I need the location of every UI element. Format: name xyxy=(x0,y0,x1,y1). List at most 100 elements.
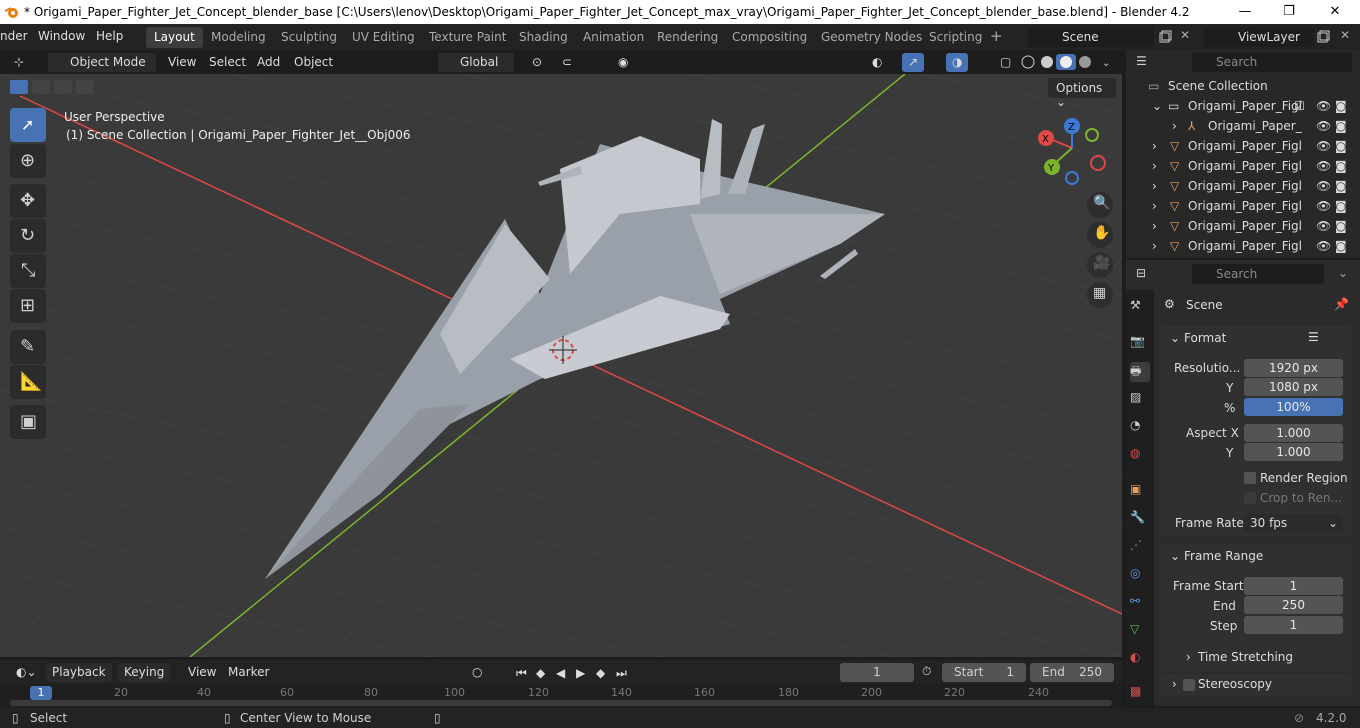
checkbox-icon[interactable]: ☑ xyxy=(1294,99,1305,113)
eye-icon[interactable]: 👁 ◙ xyxy=(1316,136,1360,156)
expand-icon[interactable]: › xyxy=(1172,119,1177,133)
render-tab[interactable]: 📷 xyxy=(1130,334,1150,354)
mode-selector[interactable]: Object Mode xyxy=(48,53,156,72)
pin-icon[interactable]: 📌 xyxy=(1334,297,1349,311)
playback-menu[interactable]: Playback xyxy=(46,663,112,682)
select-menu[interactable]: Select xyxy=(203,53,252,72)
delete-scene-icon[interactable]: ✕ xyxy=(1180,28,1190,42)
expand-icon[interactable]: › xyxy=(1152,219,1157,233)
tab-geometry-nodes[interactable]: Geometry Nodes xyxy=(813,27,930,48)
format-panel-title[interactable]: Format xyxy=(1184,331,1226,345)
crop-checkbox[interactable] xyxy=(1244,492,1256,504)
zoom-button[interactable]: 🔍 xyxy=(1087,192,1113,218)
scene-selector[interactable]: Scene xyxy=(1028,27,1154,47)
pan-button[interactable]: ✋ xyxy=(1087,222,1113,248)
properties-options-icon[interactable]: ⌄ xyxy=(1338,266,1348,280)
texture-tab[interactable]: ▩ xyxy=(1130,684,1150,704)
time-stretching-label[interactable]: Time Stretching xyxy=(1198,650,1293,664)
overlay-toggle-icon[interactable]: ◑ xyxy=(946,53,969,72)
eye-icon[interactable]: 👁 ◙ xyxy=(1316,156,1360,176)
stereoscopy-label[interactable]: Stereoscopy xyxy=(1198,677,1272,691)
expand-icon[interactable]: › xyxy=(1152,159,1157,173)
delete-viewlayer-icon[interactable]: ✕ xyxy=(1340,28,1350,42)
aspect-y-field[interactable]: 1.000 xyxy=(1244,443,1343,461)
3d-viewport[interactable]: User Perspective (1) Scene Collection | … xyxy=(0,74,1122,657)
tab-scripting[interactable]: Scripting xyxy=(921,27,990,48)
modifier-tab[interactable]: 🔧 xyxy=(1130,510,1150,530)
outliner-search-input[interactable]: Search xyxy=(1192,52,1352,72)
keying-menu[interactable]: Keying xyxy=(118,663,171,682)
play-reverse-icon[interactable]: ◀ xyxy=(556,666,565,680)
navigation-gizmo[interactable]: Z X Y xyxy=(1036,116,1112,188)
jump-start-icon[interactable]: ⏮ xyxy=(516,666,527,681)
record-icon[interactable]: ○ xyxy=(466,663,488,682)
play-icon[interactable]: ▶ xyxy=(576,666,585,680)
current-frame-field[interactable]: 1 xyxy=(840,663,914,682)
visibility-icon[interactable]: ◐ xyxy=(866,53,888,72)
expand-icon[interactable]: › xyxy=(1172,677,1177,691)
timeline-ruler[interactable]: 1 20 40 60 80 100 120 140 160 180 200 22… xyxy=(0,684,1122,708)
orientation-selector[interactable]: Global xyxy=(438,53,514,72)
eye-icon[interactable]: 👁 ◙ xyxy=(1316,116,1360,136)
expand-icon[interactable]: › xyxy=(1152,239,1157,253)
presets-icon[interactable]: ☰ xyxy=(1308,330,1319,344)
end-frame-field[interactable]: End 250 xyxy=(1030,663,1114,682)
view-layer-tab[interactable]: ▨ xyxy=(1130,390,1150,410)
properties-editor-icon[interactable]: ⊟ xyxy=(1136,266,1146,280)
eye-icon[interactable]: 👁 ◙ xyxy=(1316,176,1360,196)
timeline-editor-icon[interactable]: ◐⌄ xyxy=(10,663,43,682)
resolution-x-field[interactable]: 1920 px xyxy=(1244,359,1343,377)
resolution-y-field[interactable]: 1080 px xyxy=(1244,378,1343,396)
tab-animation[interactable]: Animation xyxy=(575,27,652,48)
expand-icon[interactable]: ⌄ xyxy=(1152,99,1162,113)
add-cube-tool[interactable]: ▣ xyxy=(10,405,46,439)
properties-search-input[interactable]: Search xyxy=(1192,264,1324,284)
material-tab[interactable]: ◐ xyxy=(1130,650,1150,670)
select-mode-buttons[interactable] xyxy=(8,78,104,96)
render-region-checkbox[interactable] xyxy=(1244,472,1256,484)
next-keyframe-icon[interactable]: ◆ xyxy=(596,666,605,680)
tab-compositing[interactable]: Compositing xyxy=(724,27,815,48)
gizmo-toggle-icon[interactable]: ↗ xyxy=(902,53,925,72)
tab-texture-paint[interactable]: Texture Paint xyxy=(421,27,514,48)
expand-icon[interactable]: › xyxy=(1186,650,1191,664)
transform-tool[interactable]: ⊞ xyxy=(10,289,46,323)
physics-tab[interactable]: ◎ xyxy=(1130,566,1150,586)
expand-icon[interactable]: › xyxy=(1152,179,1157,193)
tool-tab[interactable]: ⚒ xyxy=(1130,298,1150,318)
shading-modes[interactable]: ⌄ xyxy=(1018,54,1118,70)
eye-icon[interactable]: 👁 ◙ xyxy=(1316,96,1360,116)
measure-tool[interactable]: 📐 xyxy=(10,365,46,399)
xray-icon[interactable]: ▢ xyxy=(994,53,1017,72)
output-tab[interactable]: 🖶 xyxy=(1130,362,1150,382)
annotate-tool[interactable]: ✎ xyxy=(10,330,46,364)
visibility-column[interactable]: 👁 ◙ 👁 ◙ 👁 ◙ 👁 ◙ 👁 ◙ 👁 ◙ 👁 ◙ 👁 ◙ xyxy=(1316,96,1360,256)
frame-start-field[interactable]: 1 xyxy=(1244,577,1343,595)
scene-tab[interactable]: ◔ xyxy=(1130,418,1150,438)
expand-icon[interactable]: › xyxy=(1152,199,1157,213)
constraints-tab[interactable]: ⚯ xyxy=(1130,594,1150,614)
move-tool[interactable]: ✥ xyxy=(10,184,46,218)
viewlayer-selector[interactable]: ViewLayer xyxy=(1204,27,1314,47)
data-tab[interactable]: ▽ xyxy=(1130,622,1150,642)
add-workspace-button[interactable]: + xyxy=(990,27,1003,45)
tab-shading[interactable]: Shading xyxy=(511,27,576,48)
clock-icon[interactable]: ⏱ xyxy=(922,664,931,679)
menu-window[interactable]: Window xyxy=(38,29,85,43)
outliner-editor-icon[interactable]: ☰ xyxy=(1136,54,1147,68)
start-frame-field[interactable]: Start 1 xyxy=(942,663,1026,682)
add-menu[interactable]: Add xyxy=(251,53,286,72)
tab-layout[interactable]: Layout xyxy=(146,27,203,48)
outliner-root[interactable]: ▭ Scene Collection xyxy=(1126,76,1360,96)
object-tab[interactable]: ▣ xyxy=(1130,482,1150,502)
menu-render[interactable]: nder xyxy=(0,29,28,43)
world-tab[interactable]: ◍ xyxy=(1130,446,1150,466)
tab-uv-editing[interactable]: UV Editing xyxy=(344,27,423,48)
collapse-icon[interactable]: ⌄ xyxy=(1170,549,1180,563)
scale-tool[interactable]: ⤡ xyxy=(10,254,46,288)
view-menu[interactable]: View xyxy=(162,53,202,72)
frame-step-field[interactable]: 1 xyxy=(1244,616,1343,634)
tab-sculpting[interactable]: Sculpting xyxy=(273,27,345,48)
snap-icon[interactable]: ⊂ xyxy=(556,53,578,72)
marker-menu[interactable]: Marker xyxy=(222,663,275,682)
